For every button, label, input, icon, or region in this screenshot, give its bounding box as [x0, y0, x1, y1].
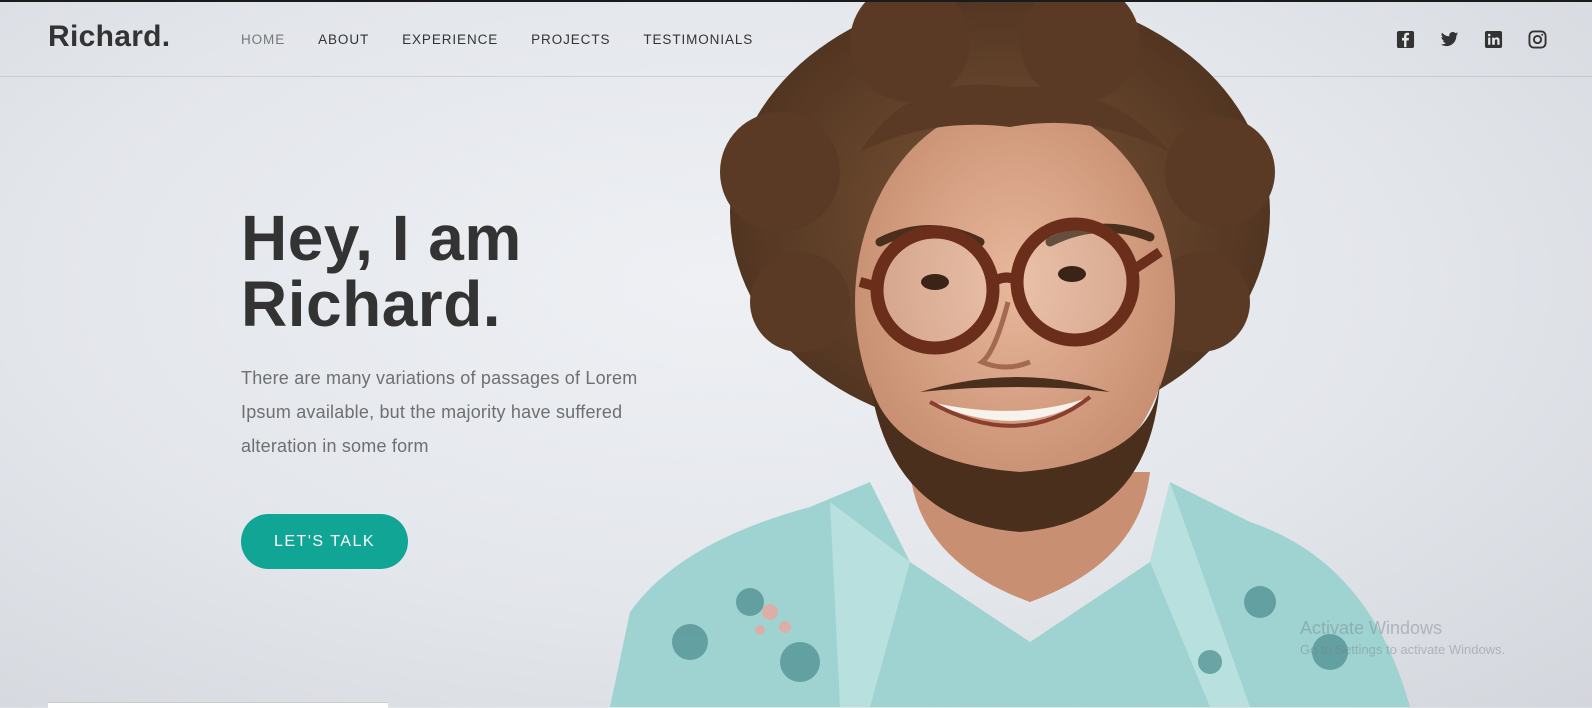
nav-projects[interactable]: PROJECTS	[531, 32, 610, 47]
watermark-line-1: Activate Windows	[1300, 618, 1443, 638]
windows-activation-watermark: Activate Windows Go to Settings to activ…	[1300, 618, 1505, 657]
nav-home[interactable]: HOME	[241, 32, 285, 47]
hero-description: There are many variations of passages of…	[241, 368, 638, 456]
watermark-line-2: Go to Settings to activate Windows.	[1300, 642, 1506, 657]
nav-experience[interactable]: EXPERIENCE	[402, 32, 498, 47]
hero-title: Hey, I am Richard.	[241, 205, 522, 337]
site-logo[interactable]: Richard.	[48, 20, 170, 54]
instagram-icon[interactable]	[1528, 30, 1547, 49]
bottom-scroll-bar	[48, 702, 388, 708]
hero-title-line-2: Richard.	[241, 268, 502, 340]
profile-portrait-image	[610, 2, 1510, 707]
hero-title-line-1: Hey, I am	[241, 202, 522, 274]
lets-talk-button[interactable]: LET'S TALK	[241, 514, 408, 569]
nav-about[interactable]: ABOUT	[318, 32, 369, 47]
